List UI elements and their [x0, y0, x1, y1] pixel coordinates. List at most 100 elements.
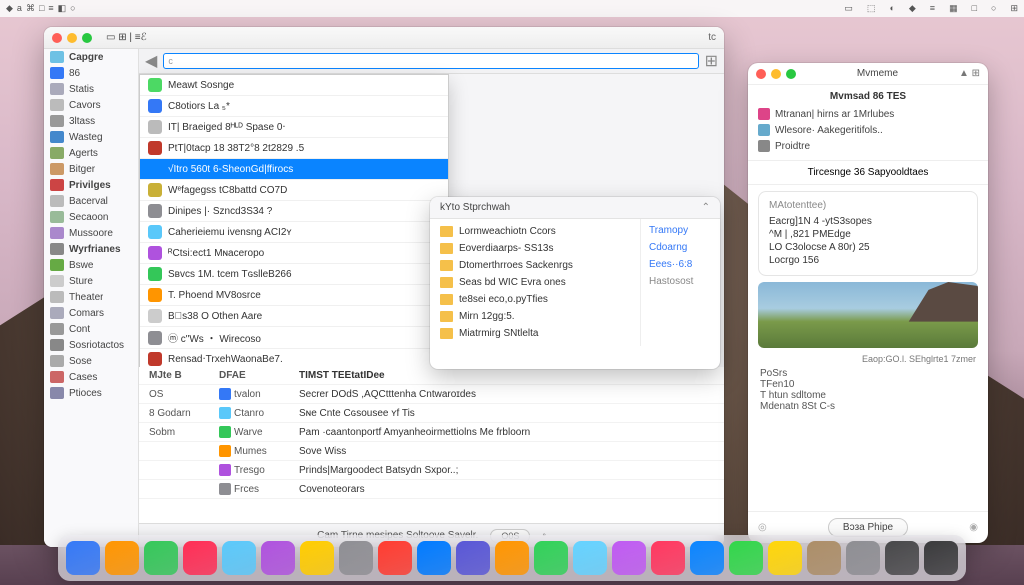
dropdown-row[interactable]: C8otiors La ₅*	[140, 96, 448, 117]
sidebar-item[interactable]: Statis	[44, 81, 138, 97]
search-right-icon[interactable]: ⊞	[705, 51, 718, 71]
dropdown-row[interactable]: √Itro 560t 6-SheonGd|ffirocs	[140, 159, 448, 180]
menubar-status-icon[interactable]: ⬚	[867, 3, 876, 14]
sidebar-item[interactable]: Bitger	[44, 161, 138, 177]
panel-line[interactable]: Wlesore· Aakegeritifols..	[758, 122, 978, 138]
dock-app-icon[interactable]	[261, 541, 295, 575]
menubar-status-icon[interactable]: ▦	[949, 3, 958, 14]
dock-app-icon[interactable]	[378, 541, 412, 575]
dropdown-row[interactable]: ᴿCtsi:ect1 Mɴaceropo	[140, 243, 448, 264]
minimize-icon[interactable]	[67, 33, 77, 43]
sidebar-item[interactable]: 3ltass	[44, 113, 138, 129]
dock-app-icon[interactable]	[612, 541, 646, 575]
menubar-status-icon[interactable]: ◐	[889, 3, 894, 14]
menubar-item[interactable]: ◧	[58, 3, 67, 14]
sidebar-item[interactable]: Comars	[44, 305, 138, 321]
dropdown-row[interactable]: T. Phoend MV8osrce	[140, 285, 448, 306]
dock-app-icon[interactable]	[651, 541, 685, 575]
dropdown-row[interactable]: Caherieiemu ivensng ACI2ʏ	[140, 222, 448, 243]
sidebar-item[interactable]: Mussoore	[44, 225, 138, 241]
panel-titlebar[interactable]: Mvmeme ▲ ⊞	[748, 63, 988, 85]
menubar-status-icon[interactable]: ○	[991, 3, 996, 14]
sidebar-item[interactable]: Cavors	[44, 97, 138, 113]
dock-app-icon[interactable]	[456, 541, 490, 575]
finder-row[interactable]: Eoverdiaarps- SS13s	[430, 240, 640, 257]
footer-left-icon[interactable]: ◎	[758, 522, 767, 533]
sidebar-item[interactable]: Bswe	[44, 257, 138, 273]
finder-row[interactable]: Mirn 12gg:5.	[430, 308, 640, 325]
footer-right-icon[interactable]: ◉	[969, 522, 978, 533]
menubar-item[interactable]: ◆	[6, 3, 13, 14]
chevron-up-icon[interactable]: ⌃	[702, 202, 710, 213]
list-row[interactable]: MumesSove Wiss	[139, 442, 724, 461]
sidebar-item[interactable]: Cont	[44, 321, 138, 337]
dock-app-icon[interactable]	[807, 541, 841, 575]
zoom-icon[interactable]	[82, 33, 92, 43]
dock-app-icon[interactable]	[690, 541, 724, 575]
close-icon[interactable]	[52, 33, 62, 43]
menubar-status-icon[interactable]: ⊞	[1010, 3, 1018, 14]
menubar-item[interactable]: a	[17, 3, 22, 14]
list-row[interactable]: 8 GodarnCtanroSɴe Cnte Cɢsousee ʏf Tis	[139, 404, 724, 423]
dock-app-icon[interactable]	[729, 541, 763, 575]
sidebar-item[interactable]: Sture	[44, 273, 138, 289]
dropdown-row[interactable]: IT| Braeiged 8ᴴᴸᴰ Spase 0‧	[140, 117, 448, 138]
sidebar-item[interactable]: Theater	[44, 289, 138, 305]
dock-app-icon[interactable]	[300, 541, 334, 575]
panel-line[interactable]: Mtranan| hirns ar 1Mrlubes	[758, 106, 978, 122]
finder-row[interactable]: Seas bd WIC Evra ones	[430, 274, 640, 291]
finder-side-link[interactable]: Cdoarng	[649, 242, 712, 253]
dock-app-icon[interactable]	[534, 541, 568, 575]
dock-app-icon[interactable]	[222, 541, 256, 575]
dock-app-icon[interactable]	[66, 541, 100, 575]
finder-row[interactable]: Dtomerthrroes Sackenrgs	[430, 257, 640, 274]
sidebar-item[interactable]: Wasteg	[44, 129, 138, 145]
sidebar-item[interactable]: Wyrfrianes	[44, 241, 138, 257]
back-icon[interactable]: ◀	[145, 51, 157, 71]
finder-side-link[interactable]: Hastosost	[649, 276, 712, 287]
dock-app-icon[interactable]	[846, 541, 880, 575]
dropdown-row[interactable]: Wᵉfagegss tC8battd CO7D	[140, 180, 448, 201]
finder-row[interactable]: Miatrmirg SNtlelta	[430, 325, 640, 342]
sidebar-item[interactable]: Secaoon	[44, 209, 138, 225]
dock-app-icon[interactable]	[183, 541, 217, 575]
sidebar-item[interactable]: Agerts	[44, 145, 138, 161]
traffic-lights[interactable]	[52, 33, 92, 43]
list-row[interactable]: TresgoPrinds|Margoodect Batsydn Sxpor..;	[139, 461, 724, 480]
dock-app-icon[interactable]	[495, 541, 529, 575]
dock-app-icon[interactable]	[768, 541, 802, 575]
dropdown-row[interactable]: Sʙvcs 1M. tcem TɢslleB266	[140, 264, 448, 285]
list-row[interactable]: FrcesCovenoteorars	[139, 480, 724, 499]
menubar-status-icon[interactable]: ▭	[844, 3, 853, 14]
dock-app-icon[interactable]	[573, 541, 607, 575]
sidebar-item[interactable]: Sose	[44, 353, 138, 369]
sidebar-item[interactable]: Capgre	[44, 49, 138, 65]
sidebar-item[interactable]: Sosriotactos	[44, 337, 138, 353]
dock-app-icon[interactable]	[105, 541, 139, 575]
dock-app-icon[interactable]	[339, 541, 373, 575]
finder-side-link[interactable]: Tramopy	[649, 225, 712, 236]
panel-line[interactable]: Proidtre	[758, 138, 978, 154]
main-titlebar[interactable]: ▭ ⊞ | ≡ℰ tc	[44, 27, 724, 49]
finder-side-link[interactable]: Eees··6:8	[649, 259, 712, 270]
dock-app-icon[interactable]	[144, 541, 178, 575]
list-row[interactable]: SobmWarvePam ·caantonportf Amyanheoirmet…	[139, 423, 724, 442]
sidebar-item[interactable]: Bacerval	[44, 193, 138, 209]
sidebar-item[interactable]: 86	[44, 65, 138, 81]
menubar-item[interactable]: □	[39, 3, 44, 14]
dock-app-icon[interactable]	[885, 541, 919, 575]
panel-title-icons[interactable]: ▲ ⊞	[959, 68, 980, 79]
menubar-item[interactable]: ⌘	[26, 3, 35, 14]
menubar-status-icon[interactable]: ◆	[909, 3, 916, 14]
dock-app-icon[interactable]	[417, 541, 451, 575]
menubar-item[interactable]: ○	[70, 3, 75, 14]
close-icon[interactable]	[756, 69, 766, 79]
list-row[interactable]: OStvalonSecrer DOdS ,AQCtttenha Cntwaroɪ…	[139, 385, 724, 404]
zoom-icon[interactable]	[786, 69, 796, 79]
sidebar-item[interactable]: Cases	[44, 369, 138, 385]
finder-titlebar[interactable]: kYto Stprchwah ⌃	[430, 197, 720, 219]
menubar-item[interactable]: ≡	[48, 3, 53, 14]
dock-app-icon[interactable]	[924, 541, 958, 575]
dropdown-row[interactable]: ⓜ c"Ws ‧ Wirecoso	[140, 327, 448, 349]
sidebar-item[interactable]: Privilges	[44, 177, 138, 193]
